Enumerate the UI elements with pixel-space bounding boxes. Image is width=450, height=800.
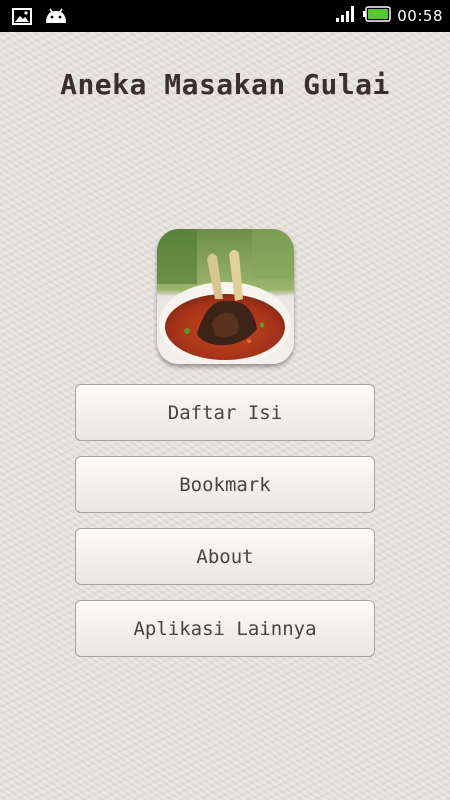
bookmark-button[interactable]: Bookmark — [75, 456, 375, 513]
status-bar: 00:58 — [0, 0, 450, 32]
battery-icon — [363, 6, 392, 26]
signal-icon — [335, 5, 357, 27]
gulai-dish-image — [157, 229, 294, 364]
aplikasi-lainnya-button[interactable]: Aplikasi Lainnya — [75, 600, 375, 657]
status-time: 00:58 — [397, 7, 443, 25]
image-notification-icon — [12, 7, 32, 29]
main-menu: Daftar Isi Bookmark About Aplikasi Lainn… — [75, 384, 375, 672]
android-notification-icon — [44, 7, 68, 29]
daftar-isi-button[interactable]: Daftar Isi — [75, 384, 375, 441]
app-title: Aneka Masakan Gulai — [60, 68, 390, 101]
about-button[interactable]: About — [75, 528, 375, 585]
